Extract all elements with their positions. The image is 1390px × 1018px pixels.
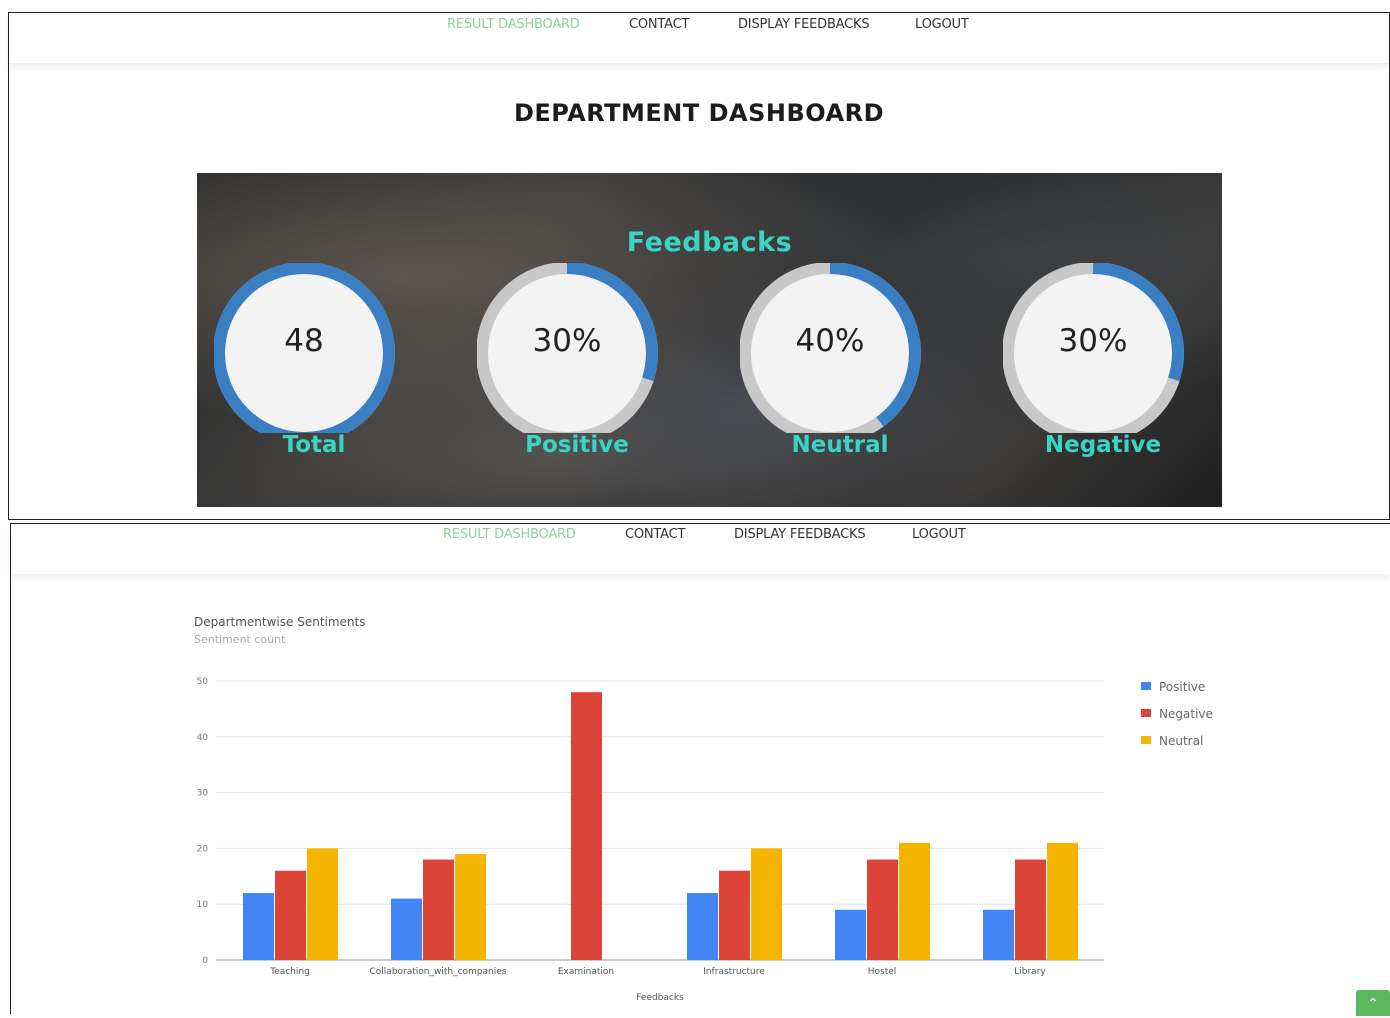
- bar-positive: [983, 909, 1014, 960]
- nav-result-dashboard[interactable]: RESULT DASHBOARD: [447, 17, 580, 32]
- y-tick-label: 40: [197, 733, 209, 743]
- bar-neutral: [1047, 842, 1078, 960]
- nav-display-feedbacks[interactable]: DISPLAY FEEDBACKS: [738, 17, 870, 32]
- legend-label-negative: Negative: [1159, 707, 1213, 721]
- y-tick-label: 30: [197, 789, 209, 799]
- x-tick-label: Hostel: [868, 967, 897, 977]
- bar-negative: [423, 859, 454, 960]
- chevron-up-icon: ⌃: [1367, 996, 1379, 1012]
- stat-positive-label: Positive: [525, 432, 629, 458]
- bar-negative: [719, 870, 750, 960]
- y-tick-label: 50: [197, 677, 209, 687]
- bar-positive: [391, 898, 422, 960]
- sentiment-bar-chart: 0 10 20 30 40 50 Teaching Collaboration_with_co…: [197, 677, 1213, 1003]
- stat-neutral: 40% Neutral: [740, 263, 930, 463]
- chart-panel: RESULT DASHBOARD CONTACT DISPLAY FEEDBAC…: [10, 523, 1390, 1016]
- bar-positive: [835, 909, 866, 960]
- bar-positive: [243, 893, 274, 960]
- legend-label-neutral: Neutral: [1159, 734, 1203, 748]
- bar-negative: [571, 692, 602, 960]
- stat-total-value: 48: [284, 323, 324, 359]
- bar-negative: [275, 870, 306, 960]
- stat-neutral-value: 40%: [795, 323, 865, 359]
- x-tick-label: Teaching: [269, 967, 310, 977]
- stat-negative-value: 30%: [1058, 323, 1128, 359]
- stat-positive: 30% Positive: [477, 263, 667, 463]
- bar-neutral: [899, 842, 930, 960]
- x-axis-label: Feedbacks: [636, 993, 684, 1003]
- stat-positive-value: 30%: [532, 323, 602, 359]
- bar-positive: [687, 893, 718, 960]
- y-tick-label: 10: [197, 900, 209, 910]
- bar-neutral: [307, 848, 338, 960]
- page-title: DEPARTMENT DASHBOARD: [513, 99, 885, 127]
- legend-label-positive: Positive: [1159, 680, 1205, 694]
- stat-neutral-label: Neutral: [791, 432, 889, 458]
- stat-total: 48 Total: [214, 263, 404, 463]
- top-navbar: RESULT DASHBOARD CONTACT DISPLAY FEEDBAC…: [9, 13, 1389, 64]
- x-tick-label: Library: [1014, 967, 1046, 977]
- bar-negative: [867, 859, 898, 960]
- x-tick-label: Infrastructure: [703, 967, 765, 977]
- y-tick-label: 0: [202, 956, 208, 966]
- nav-contact[interactable]: CONTACT: [629, 17, 689, 32]
- stat-total-label: Total: [282, 432, 346, 458]
- stat-negative-label: Negative: [1044, 432, 1162, 458]
- feedbacks-banner: Feedbacks 48 Total 30% Positive 40% Neut…: [197, 173, 1222, 507]
- feedbacks-heading: Feedbacks: [626, 227, 793, 258]
- nav-logout[interactable]: LOGOUT: [915, 17, 969, 32]
- dashboard-panel: RESULT DASHBOARD CONTACT DISPLAY FEEDBAC…: [8, 12, 1390, 520]
- x-tick-label: Collaboration_with_companies: [370, 967, 507, 977]
- x-tick-label: Examination: [558, 967, 614, 977]
- scroll-top-button[interactable]: ⌃: [1356, 990, 1390, 1016]
- bar-neutral: [455, 853, 486, 960]
- y-tick-label: 20: [197, 844, 209, 854]
- bar-negative: [1015, 859, 1046, 960]
- legend-swatch-negative: [1141, 709, 1151, 717]
- stat-negative: 30% Negative: [1003, 263, 1193, 463]
- legend-swatch-neutral: [1141, 736, 1151, 744]
- legend-swatch-positive: [1141, 682, 1151, 690]
- bar-neutral: [751, 848, 782, 960]
